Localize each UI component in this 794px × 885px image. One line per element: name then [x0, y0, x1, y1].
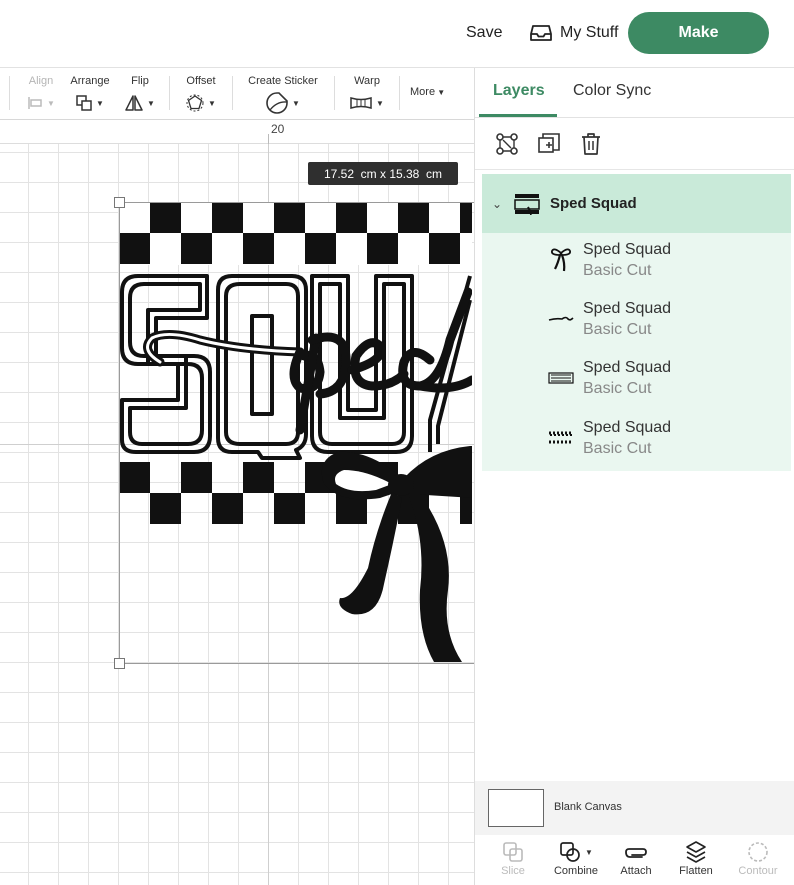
- tab-layers[interactable]: Layers: [493, 82, 545, 100]
- layer-operation: Basic Cut: [583, 262, 652, 279]
- chevron-down-icon: ▼: [585, 847, 593, 857]
- inbox-icon: [530, 25, 552, 41]
- layer-operation: Basic Cut: [583, 380, 652, 397]
- tab-color-sync[interactable]: Color Sync: [573, 82, 651, 100]
- flatten-label: Flatten: [679, 865, 713, 877]
- layer-operation: Basic Cut: [583, 440, 652, 457]
- attach-label: Attach: [620, 865, 652, 877]
- combine-label: Combine: [553, 865, 599, 877]
- layer-list: Sped Squad Basic Cut Sped Squad Basic Cu…: [482, 233, 791, 471]
- bottom-toolbar: Slice ▼ Combine Attach Flatten Contour: [475, 835, 794, 885]
- flatten-button[interactable]: Flatten: [665, 839, 727, 877]
- blank-canvas-swatch[interactable]: [488, 789, 544, 827]
- contour-icon: [748, 842, 768, 862]
- chevron-down-icon[interactable]: ⌄: [482, 197, 512, 211]
- contour-label: Contour: [738, 865, 778, 877]
- my-stuff-button[interactable]: My Stuff: [530, 20, 618, 46]
- paperclip-icon: [625, 848, 647, 858]
- blank-canvas-row[interactable]: Blank Canvas: [475, 781, 794, 835]
- layer-tools: [475, 118, 794, 170]
- combine-icon: [560, 842, 580, 862]
- resize-handle-top-left[interactable]: [114, 197, 125, 208]
- bow-icon: [546, 245, 576, 275]
- my-stuff-label: My Stuff: [560, 24, 619, 41]
- slice-label: Slice: [501, 865, 525, 877]
- panel-tabs: Layers Color Sync: [475, 68, 794, 118]
- layer-group-row[interactable]: ⌄ Sped Squad: [482, 174, 791, 233]
- duplicate-icon[interactable]: [537, 132, 561, 156]
- layer-item[interactable]: Sped Squad Basic Cut: [482, 292, 791, 351]
- flatten-icon: [686, 841, 706, 863]
- contour-button[interactable]: Contour: [727, 839, 789, 877]
- combine-button[interactable]: ▼ Combine: [545, 839, 607, 877]
- script-icon: [546, 304, 576, 334]
- layer-name: Sped Squad: [583, 419, 672, 436]
- active-tab-indicator: [479, 114, 557, 117]
- layer-item[interactable]: Sped Squad Basic Cut: [482, 233, 791, 292]
- layer-operation: Basic Cut: [583, 321, 652, 338]
- blank-canvas-label: Blank Canvas: [554, 801, 622, 813]
- dimension-tooltip: 17.52 cm x 15.38 cm: [308, 162, 458, 185]
- layers-panel: Layers Color Sync ⌄ Sped Squad Sped Squa…: [474, 68, 794, 885]
- group-name: Sped Squad: [550, 195, 637, 212]
- trash-icon[interactable]: [579, 132, 603, 156]
- layer-name: Sped Squad: [583, 241, 672, 258]
- checker-icon: [546, 423, 576, 453]
- resize-handle-bottom-left[interactable]: [114, 658, 125, 669]
- layer-name: Sped Squad: [583, 300, 672, 317]
- group-icon[interactable]: [495, 132, 519, 156]
- make-button[interactable]: Make: [628, 12, 769, 54]
- layer-item[interactable]: Sped Squad Basic Cut: [482, 351, 791, 410]
- attach-button[interactable]: Attach: [605, 839, 667, 877]
- squad-text-icon: [546, 363, 576, 393]
- design-space: Save My Stuff Make Align ▼ Arrange ▼ Fli…: [0, 0, 794, 885]
- group-thumbnail-icon: [512, 189, 542, 219]
- selection-box[interactable]: [119, 202, 479, 664]
- layer-name: Sped Squad: [583, 359, 672, 376]
- slice-button[interactable]: Slice: [482, 839, 544, 877]
- layer-item[interactable]: Sped Squad Basic Cut: [482, 411, 791, 470]
- slice-icon: [503, 842, 523, 862]
